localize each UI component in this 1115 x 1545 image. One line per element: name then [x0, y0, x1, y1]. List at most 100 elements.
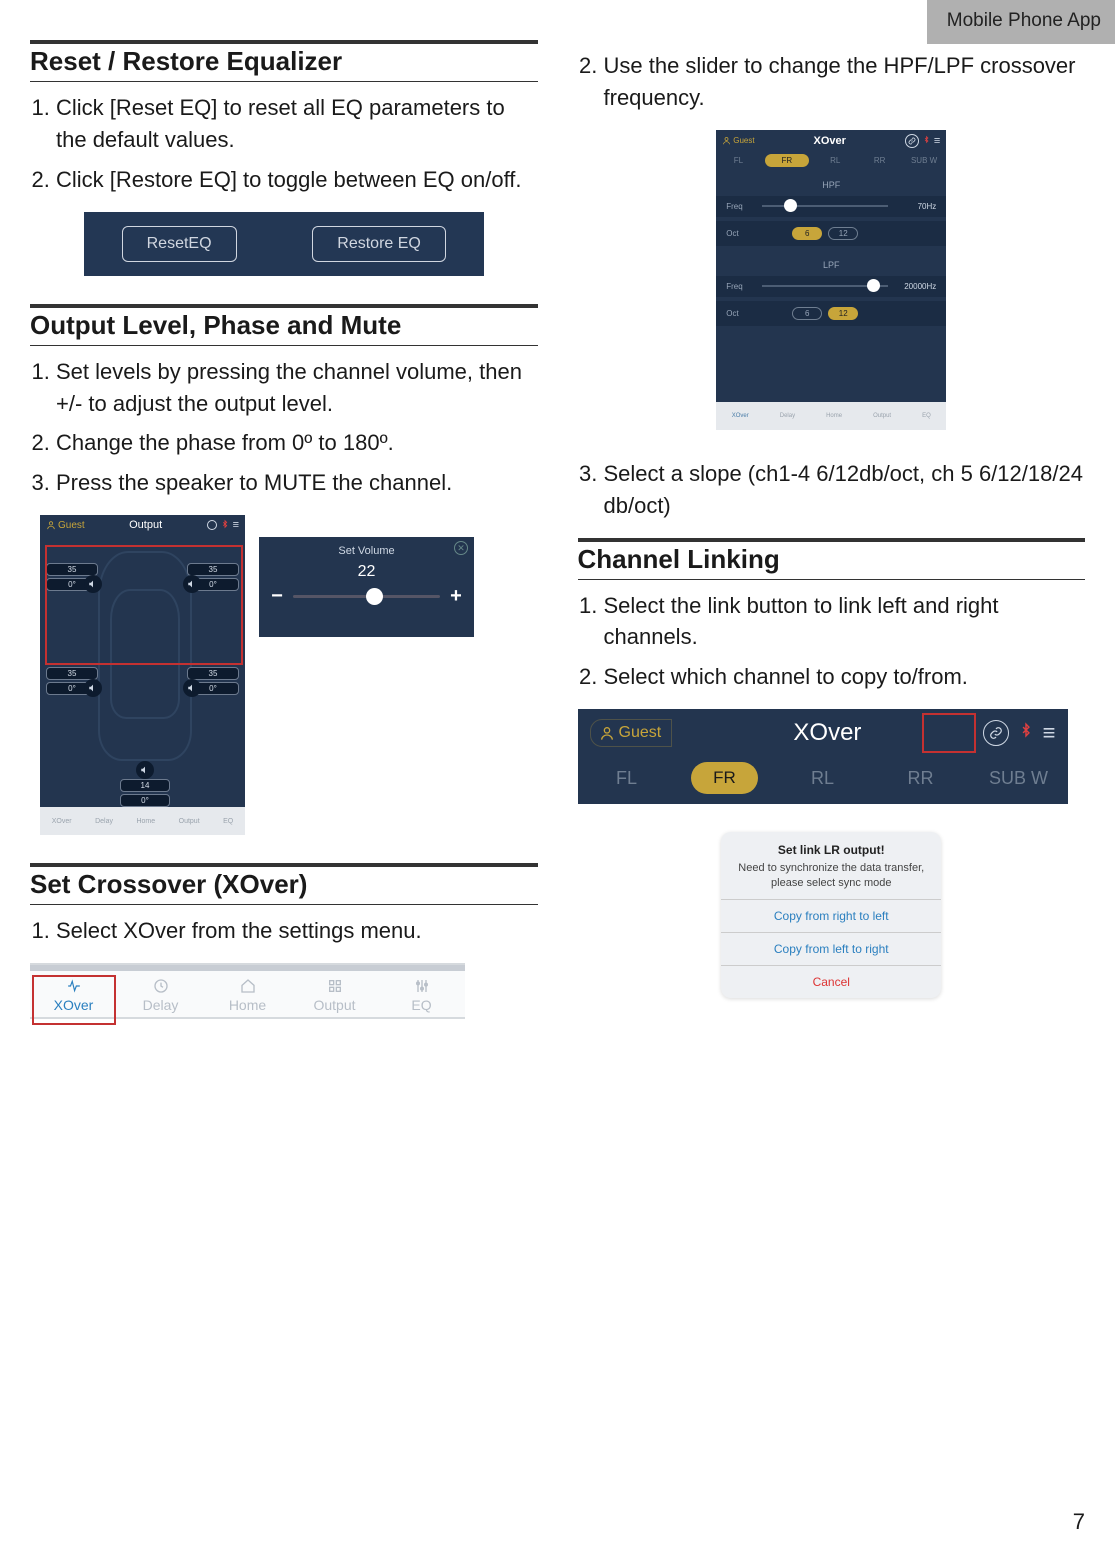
link-icon[interactable] — [905, 134, 919, 148]
hpf-oct-12[interactable]: 12 — [828, 227, 858, 240]
hpf-oct-row: Oct 6 12 — [716, 221, 946, 246]
tab-rl[interactable]: RL — [774, 768, 872, 789]
freq-label: Freq — [726, 202, 756, 211]
hpf-label: HPF — [716, 170, 946, 196]
close-icon[interactable]: ✕ — [454, 541, 468, 555]
tab-fr[interactable]: FR — [765, 154, 809, 167]
volume-value: 22 — [358, 563, 376, 581]
section-rule — [30, 304, 538, 308]
tab-rr[interactable]: RR — [857, 154, 901, 167]
screen-title: XOver — [814, 135, 846, 147]
channel-volume-rr[interactable]: 35 — [187, 667, 239, 680]
tab-rr[interactable]: RR — [872, 768, 970, 789]
list-item: Use the slider to change the HPF/LPF cro… — [604, 50, 1086, 114]
grid-icon — [291, 977, 378, 995]
freq-label: Freq — [726, 282, 756, 291]
phone-bottom-nav: XOver Delay Home Output EQ — [40, 807, 245, 835]
screenshot-set-volume: ✕ Set Volume 22 − + — [259, 537, 474, 637]
lpf-freq-value: 20000Hz — [894, 282, 936, 291]
guest-label: Guest — [619, 724, 662, 742]
nav-item[interactable]: Delay — [95, 818, 113, 825]
reset-eq-button[interactable]: ResetEQ — [122, 226, 237, 262]
nav-item[interactable]: Output — [179, 818, 200, 825]
link-icon[interactable] — [207, 520, 217, 530]
section-title-reset-eq: Reset / Restore Equalizer — [30, 46, 538, 82]
section-rule — [30, 40, 538, 44]
screenshot-output-screen: Guest Output ≡ — [40, 515, 245, 835]
link-button[interactable] — [983, 720, 1009, 746]
tab-fl[interactable]: FL — [578, 768, 676, 789]
nav-item[interactable]: Delay — [780, 413, 795, 419]
nav-tab-home[interactable]: Home — [204, 971, 291, 1017]
hpf-freq-value: 70Hz — [894, 202, 936, 211]
nav-item[interactable]: Home — [136, 818, 155, 825]
left-column: Reset / Restore Equalizer Click [Reset E… — [30, 40, 538, 1047]
bluetooth-icon[interactable] — [923, 135, 930, 146]
copy-right-to-left-button[interactable]: Copy from right to left — [721, 899, 941, 932]
nav-item[interactable]: XOver — [52, 818, 72, 825]
lpf-freq-slider[interactable] — [762, 285, 888, 287]
xover-steps-cont: Use the slider to change the HPF/LPF cro… — [578, 50, 1086, 114]
lpf-oct-6[interactable]: 6 — [792, 307, 822, 320]
cancel-button[interactable]: Cancel — [721, 965, 941, 998]
channel-phase-sub[interactable]: 0° — [120, 794, 170, 807]
user-icon — [722, 136, 731, 145]
nav-tab-eq[interactable]: EQ — [378, 971, 465, 1017]
tab-fl[interactable]: FL — [716, 154, 760, 167]
volume-slider[interactable] — [293, 595, 440, 598]
tab-fr[interactable]: FR — [676, 762, 774, 794]
nav-tab-xover[interactable]: XOver — [30, 971, 117, 1017]
dialog-title: Set link LR output! — [733, 842, 929, 858]
channel-volume-fr[interactable]: 35 — [187, 563, 239, 576]
nav-tab-delay[interactable]: Delay — [117, 971, 204, 1017]
bluetooth-icon[interactable] — [221, 519, 229, 532]
channel-tabs: FL FR RL RR SUB W — [578, 757, 1068, 799]
hpf-freq-slider[interactable] — [762, 205, 888, 207]
clock-icon — [117, 977, 204, 995]
nav-item[interactable]: EQ — [922, 413, 931, 419]
menu-icon[interactable]: ≡ — [934, 135, 940, 147]
dialog-subtitle: Need to synchronize the data transfer, p… — [738, 862, 924, 889]
guest-label: Guest — [58, 520, 85, 531]
lpf-oct-12[interactable]: 12 — [828, 307, 858, 320]
nav-item[interactable]: Output — [873, 413, 891, 419]
section-rule — [30, 863, 538, 867]
section-title-output-level: Output Level, Phase and Mute — [30, 310, 538, 346]
volume-plus-button[interactable]: + — [448, 585, 464, 608]
xover-steps: Select XOver from the settings menu. — [30, 915, 538, 947]
lpf-label: LPF — [716, 250, 946, 276]
tab-rl[interactable]: RL — [813, 154, 857, 167]
nav-item[interactable]: Home — [826, 413, 842, 419]
tab-subw[interactable]: SUB W — [970, 768, 1068, 789]
list-item: Click [Reset EQ] to reset all EQ paramet… — [56, 92, 538, 156]
menu-icon[interactable]: ≡ — [233, 519, 239, 531]
menu-icon[interactable]: ≡ — [1043, 720, 1056, 746]
reset-eq-steps: Click [Reset EQ] to reset all EQ paramet… — [30, 92, 538, 196]
tab-subw[interactable]: SUB W — [902, 154, 946, 167]
oct-label: Oct — [726, 309, 756, 318]
right-column: Use the slider to change the HPF/LPF cro… — [578, 40, 1086, 1047]
copy-left-to-right-button[interactable]: Copy from left to right — [721, 932, 941, 965]
list-item: Select which channel to copy to/from. — [604, 661, 1086, 693]
list-item: Click [Restore EQ] to toggle between EQ … — [56, 164, 538, 196]
xover-channel-tabs: FL FR RL RR SUB W — [716, 152, 946, 170]
volume-minus-button[interactable]: − — [269, 585, 285, 608]
screen-title: Output — [129, 519, 162, 531]
restore-eq-button[interactable]: Restore EQ — [312, 226, 446, 262]
slider-thumb[interactable] — [867, 279, 880, 292]
user-badge[interactable]: Guest — [590, 719, 673, 747]
slider-thumb[interactable] — [784, 199, 797, 212]
screen-title: XOver — [682, 719, 972, 747]
screenshot-xover-header: Guest XOver ≡ FL FR RL — [578, 709, 1068, 804]
channel-volume-sub[interactable]: 14 — [120, 779, 170, 792]
speaker-mute-sub[interactable] — [136, 761, 154, 779]
bluetooth-icon[interactable] — [1019, 720, 1033, 746]
list-item: Change the phase from 0º to 180º. — [56, 427, 538, 459]
nav-item[interactable]: EQ — [223, 818, 233, 825]
lpf-freq-row: Freq 20000Hz — [716, 276, 946, 297]
slider-thumb[interactable] — [366, 588, 383, 605]
nav-tab-output[interactable]: Output — [291, 971, 378, 1017]
oct-label: Oct — [726, 229, 756, 238]
hpf-oct-6[interactable]: 6 — [792, 227, 822, 240]
nav-item[interactable]: XOver — [732, 413, 749, 419]
